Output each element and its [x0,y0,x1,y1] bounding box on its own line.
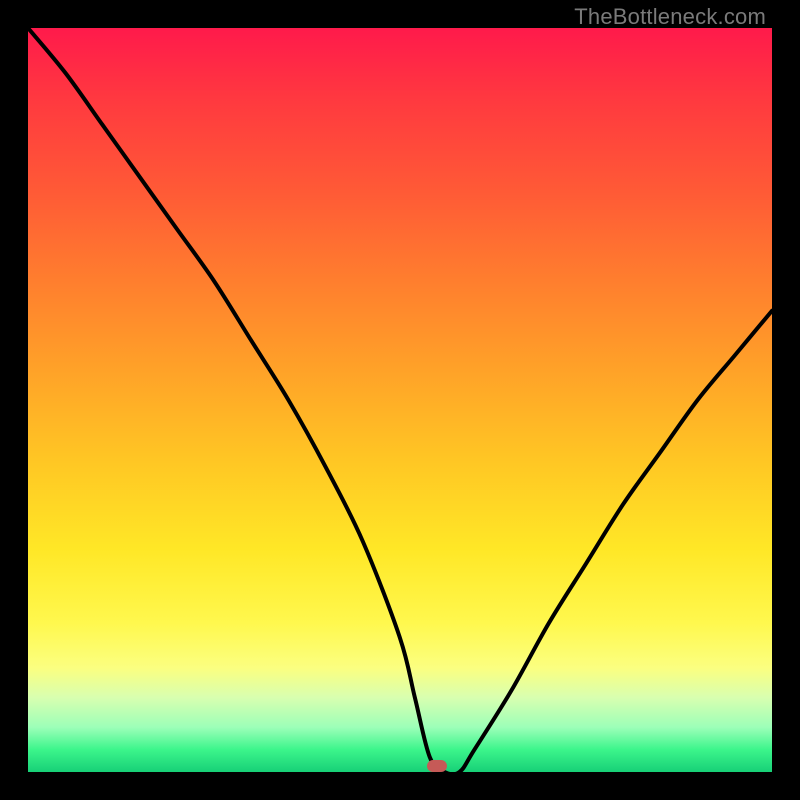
chart-frame [28,28,772,772]
optimal-point-marker [427,760,447,772]
watermark-text: TheBottleneck.com [574,4,766,30]
bottleneck-curve [28,28,772,772]
